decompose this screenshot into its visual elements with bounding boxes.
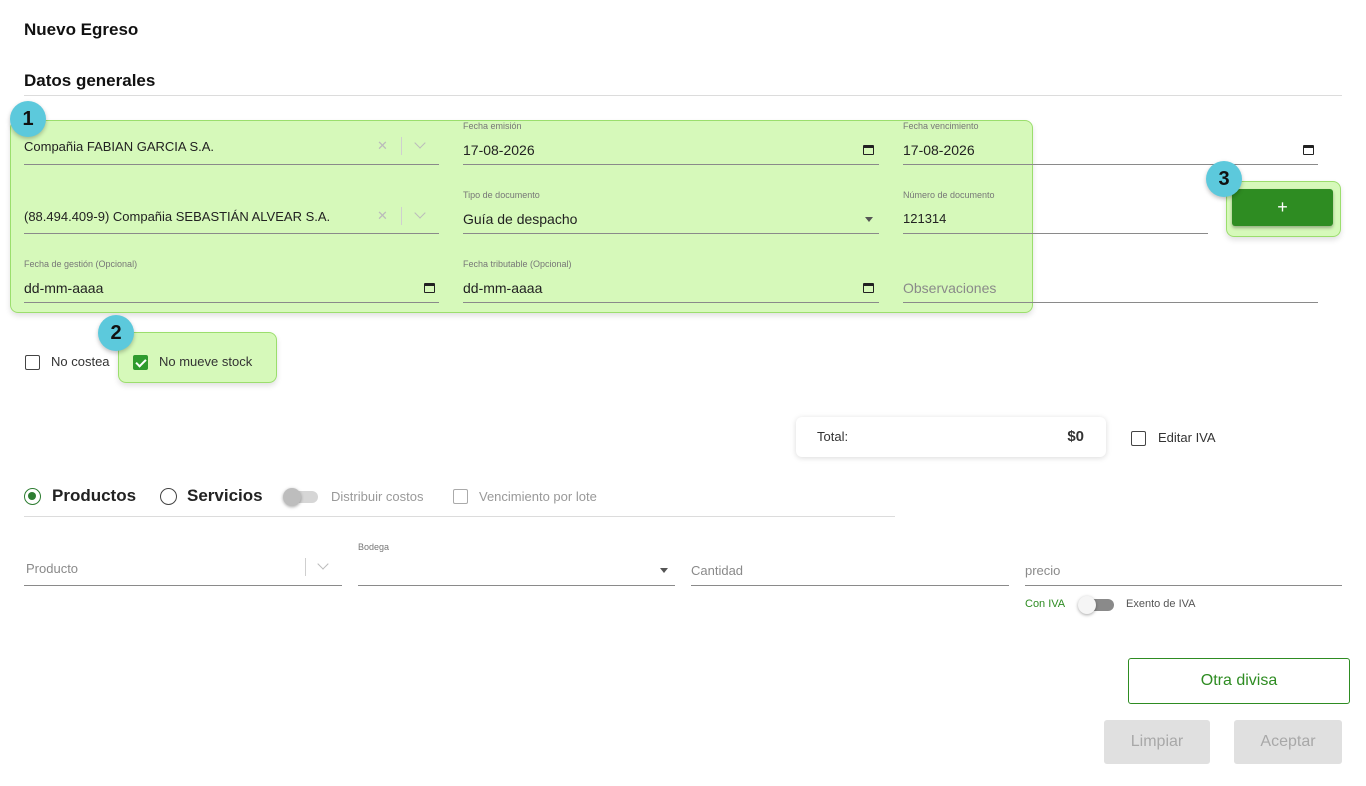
clear-icon[interactable]: ✕ (377, 138, 388, 154)
tipo-documento-select[interactable]: Tipo de documento Guía de despacho (463, 189, 879, 234)
select-separator (305, 558, 306, 576)
bodega-select[interactable]: Bodega (358, 540, 675, 586)
select-separator (401, 137, 402, 155)
fecha-tributable-field[interactable]: Fecha tributable (Opcional) dd-mm-aaaa (463, 258, 879, 303)
fecha-vencimiento-label: Fecha vencimiento (903, 121, 979, 131)
fecha-emision-label: Fecha emisión (463, 121, 522, 131)
otra-divisa-button[interactable]: Otra divisa (1128, 658, 1350, 704)
fecha-tributable-label: Fecha tributable (Opcional) (463, 259, 572, 269)
fecha-vencimiento-value: 17-08-2026 (903, 142, 975, 158)
supplier-select[interactable]: (88.494.409-9) Compañia SEBASTIÁN ALVEAR… (24, 197, 439, 234)
no-costea-checkbox[interactable] (25, 355, 40, 370)
fecha-emision-field[interactable]: Fecha emisión 17-08-2026 (463, 120, 879, 165)
distribuir-costos-label: Distribuir costos (331, 489, 424, 504)
annotation-badge-2: 2 (98, 315, 134, 351)
calendar-icon[interactable] (424, 283, 435, 293)
servicios-radio[interactable] (160, 488, 177, 505)
calendar-icon[interactable] (863, 145, 874, 155)
fecha-gestion-label: Fecha de gestión (Opcional) (24, 259, 138, 269)
numero-documento-value: 121314 (903, 211, 947, 226)
supplier-value: (88.494.409-9) Compañia SEBASTIÁN ALVEAR… (24, 209, 331, 224)
chevron-down-icon[interactable] (317, 558, 329, 570)
vencimiento-por-lote-checkbox[interactable] (453, 489, 468, 504)
exento-iva-label: Exento de IVA (1126, 598, 1196, 610)
numero-documento-label: Número de documento (903, 190, 995, 200)
section-divider (24, 95, 1342, 96)
company-select[interactable]: Compañia FABIAN GARCIA S.A. ✕ (24, 128, 439, 165)
aceptar-button[interactable]: Aceptar (1234, 720, 1342, 764)
editar-iva-checkbox[interactable] (1131, 431, 1146, 446)
toggle-thumb[interactable] (283, 488, 301, 506)
fecha-vencimiento-field[interactable]: Fecha vencimiento 17-08-2026 (903, 120, 1318, 165)
page-title: Nuevo Egreso (24, 20, 139, 39)
caret-down-icon[interactable] (660, 568, 668, 573)
annotation-badge-1: 1 (10, 101, 46, 137)
select-separator (401, 207, 402, 225)
fecha-tributable-value: dd-mm-aaaa (463, 280, 543, 296)
cantidad-placeholder: Cantidad (691, 563, 744, 578)
con-iva-label: Con IVA (1025, 598, 1066, 610)
productos-label: Productos (52, 486, 137, 505)
items-divider (24, 516, 895, 517)
toggle-thumb[interactable] (1078, 596, 1096, 614)
bodega-label: Bodega (358, 542, 390, 552)
add-document-button[interactable]: + (1232, 189, 1333, 226)
vencimiento-por-lote-label: Vencimiento por lote (479, 489, 597, 504)
fecha-emision-value: 17-08-2026 (463, 142, 535, 158)
chevron-down-icon[interactable] (414, 207, 426, 219)
cantidad-field[interactable]: Cantidad (691, 549, 1009, 586)
no-mueve-stock-label: No mueve stock (159, 354, 253, 369)
caret-down-icon[interactable] (865, 217, 873, 222)
editar-iva-label: Editar IVA (1158, 430, 1216, 445)
servicios-label: Servicios (187, 486, 263, 505)
numero-documento-field[interactable]: Número de documento 121314 (903, 189, 1208, 234)
chevron-down-icon[interactable] (414, 137, 426, 149)
limpiar-button[interactable]: Limpiar (1104, 720, 1210, 764)
no-mueve-stock-checkbox[interactable] (133, 355, 148, 370)
total-label: Total: (817, 429, 849, 444)
precio-field[interactable]: precio (1025, 549, 1342, 586)
observaciones-field[interactable]: Observaciones (903, 258, 1318, 303)
precio-placeholder: precio (1025, 563, 1061, 578)
calendar-icon[interactable] (863, 283, 874, 293)
clear-icon[interactable]: ✕ (377, 208, 388, 224)
tipo-documento-value: Guía de despacho (463, 211, 578, 227)
observaciones-placeholder: Observaciones (903, 280, 997, 296)
annotation-badge-3: 3 (1206, 161, 1242, 197)
productos-radio[interactable] (24, 488, 41, 505)
producto-select[interactable]: Producto (24, 549, 342, 586)
producto-placeholder: Producto (26, 561, 79, 576)
calendar-icon[interactable] (1303, 145, 1314, 155)
company-value: Compañia FABIAN GARCIA S.A. (24, 139, 215, 154)
fecha-gestion-field[interactable]: Fecha de gestión (Opcional) dd-mm-aaaa (24, 258, 439, 303)
section-title: Datos generales (24, 71, 156, 90)
no-costea-label: No costea (51, 354, 110, 369)
tipo-documento-label: Tipo de documento (463, 190, 540, 200)
total-card: Total: $0 (796, 417, 1106, 457)
fecha-gestion-value: dd-mm-aaaa (24, 280, 104, 296)
total-value: $0 (1067, 428, 1084, 445)
